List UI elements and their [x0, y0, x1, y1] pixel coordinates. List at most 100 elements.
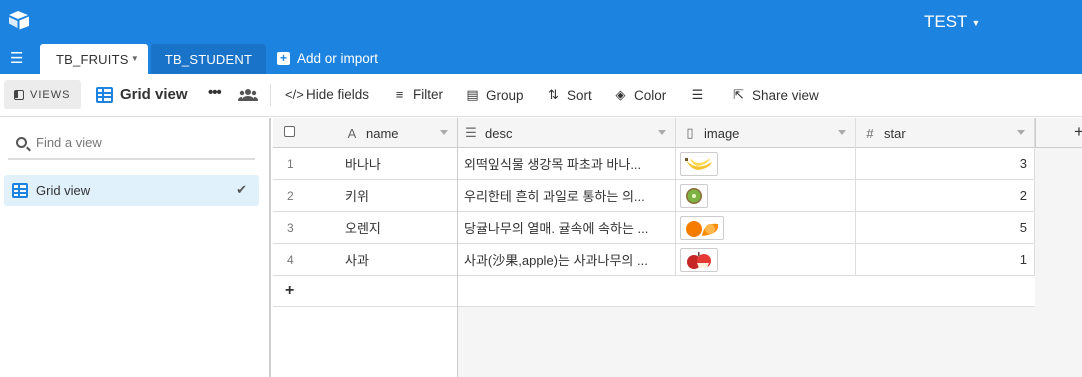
- grid-header-row: A name ☰ desc ▯ image # star +: [273, 118, 1082, 148]
- grid-icon: [96, 86, 113, 103]
- table-row[interactable]: 4 사과 사과(沙果,apple)는 사과나무의 ... 1: [273, 244, 1035, 276]
- cell-image[interactable]: [676, 180, 856, 211]
- filter-label: Filter: [413, 87, 443, 102]
- views-label: VIEWS: [30, 88, 71, 101]
- base-name: TEST: [924, 12, 968, 31]
- cell-star[interactable]: 2: [856, 180, 1035, 211]
- share-view-button[interactable]: ⇱ Share view: [731, 87, 819, 103]
- row-height-icon: ☰: [691, 87, 704, 102]
- cell-star[interactable]: 1: [856, 244, 1035, 275]
- cell-name[interactable]: 오렌지: [335, 212, 458, 243]
- row-number: 1: [287, 156, 294, 171]
- column-dropdown-icon[interactable]: [1017, 130, 1025, 135]
- column-header-star[interactable]: # star: [856, 118, 1035, 148]
- number-field-icon: #: [866, 125, 874, 141]
- cell-desc[interactable]: 당귤나무의 열매. 귤속에 속하는 ...: [458, 212, 676, 243]
- cell-name[interactable]: 바나나: [335, 148, 458, 179]
- sort-label: Sort: [567, 87, 592, 103]
- plus-icon: +: [277, 52, 290, 65]
- tab-tb-fruits[interactable]: TB_FRUITS ▼: [40, 44, 148, 74]
- apple-thumbnail[interactable]: [680, 247, 718, 272]
- cell-name[interactable]: 키위: [335, 180, 458, 211]
- table-row[interactable]: 3 오렌지 당귤나무의 열매. 귤속에 속하는 ... 5: [273, 212, 1035, 244]
- plus-icon: +: [285, 282, 295, 299]
- plus-icon: +: [1074, 122, 1082, 141]
- row-number: 2: [287, 188, 294, 203]
- select-all-checkbox[interactable]: [284, 126, 295, 137]
- toolbar-divider: [270, 84, 271, 106]
- column-dropdown-icon[interactable]: [440, 130, 448, 135]
- frozen-column-background: [273, 307, 458, 377]
- sidebar-item-grid-view[interactable]: Grid view ✔: [4, 175, 259, 206]
- group-button[interactable]: ▤ Group: [465, 87, 524, 103]
- row-number: 4: [287, 252, 294, 267]
- cell-star[interactable]: 5: [856, 212, 1035, 243]
- row-height-button[interactable]: ☰: [690, 87, 705, 103]
- row-number: 3: [287, 220, 294, 235]
- current-view-name[interactable]: Grid view: [96, 86, 188, 103]
- table-tab-bar: ☰ TB_FRUITS ▼ TB_STUDENT + Add or import: [0, 44, 1082, 74]
- caret-down-icon: ▼: [971, 18, 981, 28]
- views-sidebar: Find a view Grid view ✔: [0, 118, 271, 377]
- share-icon: ⇱: [733, 87, 744, 102]
- cell-desc[interactable]: 우리한테 흔히 과일로 통하는 의...: [458, 180, 676, 211]
- base-name-menu[interactable]: TEST ▼: [924, 12, 980, 32]
- color-button[interactable]: ◈ Color: [613, 87, 667, 103]
- column-dropdown-icon[interactable]: [838, 130, 846, 135]
- cell-image[interactable]: [676, 148, 856, 179]
- text-field-icon: A: [347, 125, 357, 141]
- kiwi-image: [686, 187, 702, 204]
- more-options-icon[interactable]: •••: [208, 84, 222, 101]
- tab-label: TB_STUDENT: [164, 51, 253, 67]
- add-or-import-label: Add or import: [297, 51, 379, 66]
- kiwi-thumbnail[interactable]: [680, 183, 708, 208]
- filter-icon: ≡: [395, 87, 404, 102]
- data-grid: A name ☰ desc ▯ image # star + 1 바나나 외떡잎…: [273, 118, 1082, 377]
- sidebar-item-label: Grid view: [36, 183, 91, 198]
- cell-name[interactable]: 사과: [335, 244, 458, 275]
- add-or-import-button[interactable]: + Add or import: [277, 51, 378, 66]
- sort-icon: ⇅: [548, 87, 559, 102]
- column-header-desc[interactable]: ☰ desc: [458, 118, 676, 148]
- cell-image[interactable]: [676, 212, 856, 243]
- find-view-input[interactable]: Find a view: [8, 126, 255, 160]
- hide-fields-button[interactable]: </> Hide fields: [285, 87, 369, 102]
- cell-desc[interactable]: 외떡잎식물 생강목 파초과 바나...: [458, 148, 676, 179]
- views-toggle-button[interactable]: VIEWS: [4, 80, 81, 109]
- orange-image: [686, 220, 719, 237]
- caret-down-icon[interactable]: ▼: [131, 54, 139, 63]
- grid-icon: [12, 183, 28, 198]
- sort-button[interactable]: ⇅ Sort: [546, 87, 592, 103]
- share-view-label: Share view: [752, 87, 819, 103]
- column-header-image[interactable]: ▯ image: [676, 118, 856, 148]
- collaborators-icon[interactable]: [238, 88, 258, 102]
- color-label: Color: [634, 87, 667, 103]
- add-record-row[interactable]: +: [273, 276, 1035, 307]
- long-text-field-icon: ☰: [465, 125, 477, 140]
- checkmark-icon: ✔: [236, 182, 247, 197]
- tab-tb-student[interactable]: TB_STUDENT: [151, 44, 266, 74]
- sidebar-toggle-icon: [14, 89, 24, 100]
- view-toolbar: VIEWS Grid view ••• </> Hide fields ≡ Fi…: [0, 74, 1082, 117]
- column-header-name[interactable]: A name: [345, 118, 399, 148]
- top-bar: TEST ▼: [0, 0, 1082, 44]
- orange-thumbnail[interactable]: [680, 215, 724, 240]
- add-field-button[interactable]: +: [1035, 118, 1082, 148]
- find-view-placeholder: Find a view: [36, 134, 102, 150]
- cell-star[interactable]: 3: [856, 148, 1035, 179]
- hamburger-menu-icon[interactable]: ☰: [10, 50, 28, 68]
- group-label: Group: [486, 87, 524, 103]
- filter-button[interactable]: ≡ Filter: [392, 87, 443, 102]
- airtable-logo-icon[interactable]: [8, 10, 30, 30]
- tab-label: TB_FRUITS: [56, 51, 129, 67]
- apple-image: [687, 251, 711, 269]
- table-row[interactable]: 1 바나나 외떡잎식물 생강목 파초과 바나... 3: [273, 148, 1035, 180]
- banana-image: [685, 157, 712, 170]
- cell-image[interactable]: [676, 244, 856, 275]
- search-icon: [16, 136, 27, 148]
- banana-thumbnail[interactable]: [680, 151, 718, 176]
- table-row[interactable]: 2 키위 우리한테 흔히 과일로 통하는 의... 2: [273, 180, 1035, 212]
- column-dropdown-icon[interactable]: [658, 130, 666, 135]
- cell-desc[interactable]: 사과(沙果,apple)는 사과나무의 ...: [458, 244, 676, 275]
- paint-bucket-icon: ◈: [615, 87, 626, 102]
